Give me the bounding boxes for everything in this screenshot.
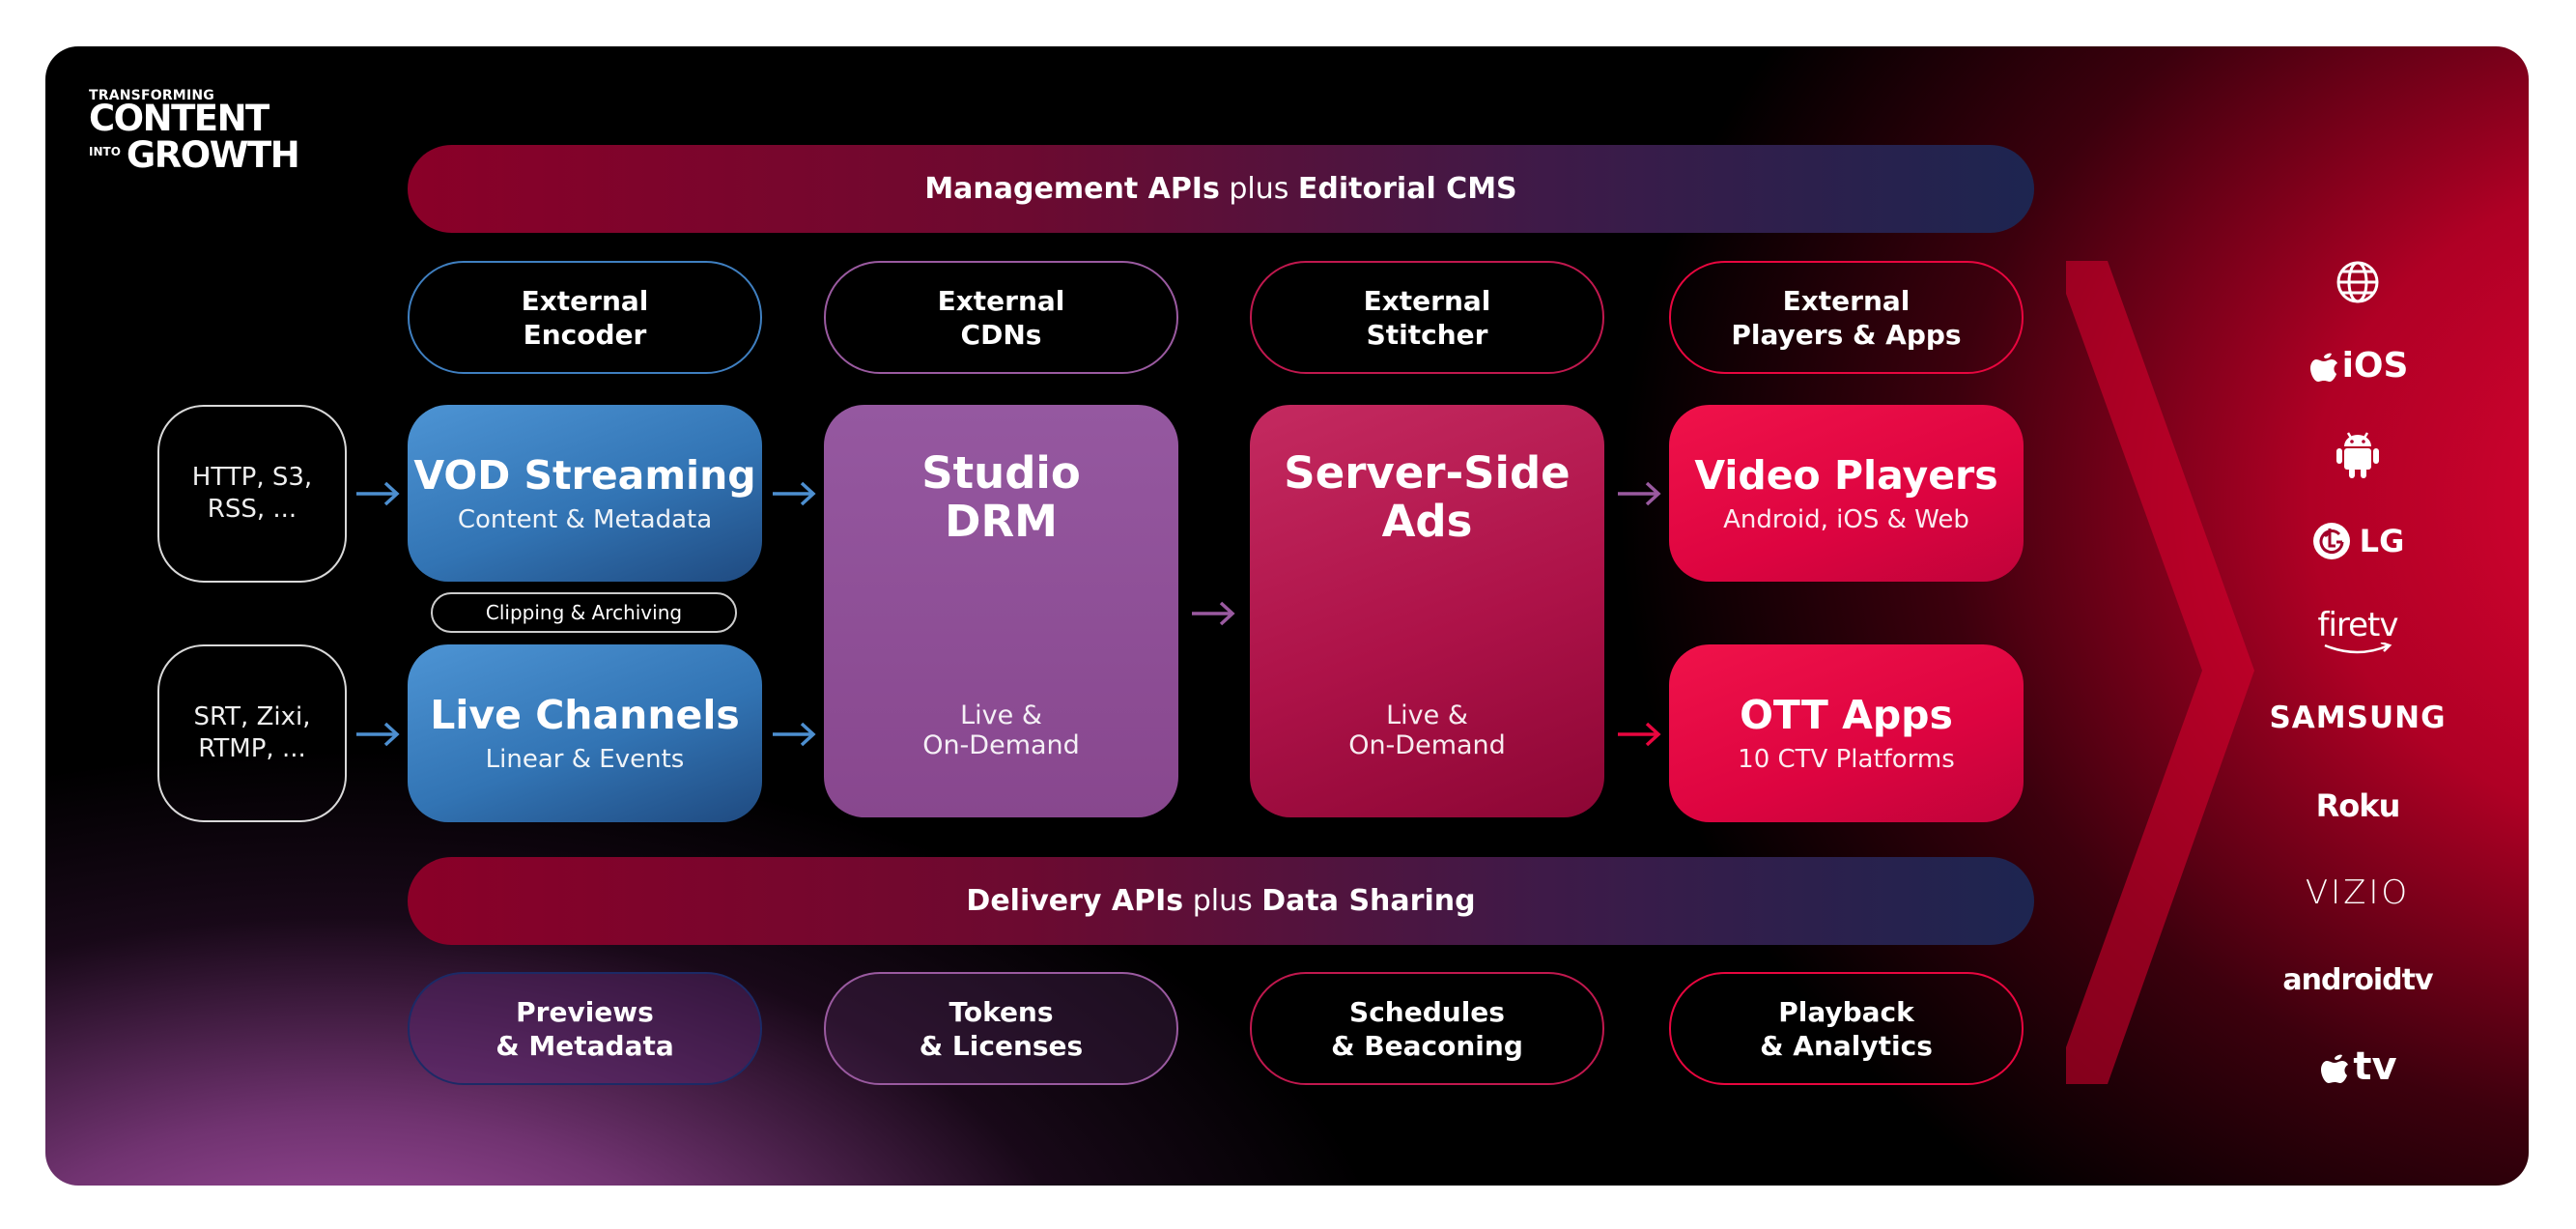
- androidtv-logo: androidtv: [2282, 962, 2433, 997]
- lg-logo: LG: [2280, 516, 2435, 566]
- playback-analytics-pill: Playback & Analytics: [1669, 972, 2024, 1085]
- arrow-source1-to-vod: [354, 481, 399, 506]
- android-icon: [2329, 427, 2387, 481]
- roku-logo: Roku: [2315, 787, 2401, 824]
- ios-logo: iOS: [2280, 341, 2435, 389]
- previews-metadata-pill: Previews & Metadata: [408, 972, 762, 1085]
- pill-line: Playback: [1778, 995, 1914, 1028]
- delivery-apis-bar: Delivery APIs plus Data Sharing: [408, 857, 2034, 945]
- arrow-vod-to-drm: [771, 481, 815, 506]
- diagram-card: TRANSFORMING CONTENT INTO GROWTH Manageme…: [45, 46, 2529, 1186]
- arrow-live-to-drm: [771, 722, 815, 747]
- arrow-ads-to-ott: [1616, 722, 1660, 747]
- amazon-smile-icon: [2324, 643, 2392, 654]
- pill-line: & Beaconing: [1331, 1029, 1523, 1062]
- pill-line: Tokens: [948, 995, 1054, 1028]
- bar-bottom-bold-1: Delivery APIs: [966, 884, 1184, 918]
- tokens-licenses-pill: Tokens & Licenses: [824, 972, 1178, 1085]
- pill-line: & Metadata: [495, 1029, 674, 1062]
- firetv-logo: firetv: [2280, 605, 2435, 659]
- lg-label: LG: [2359, 523, 2405, 559]
- big-chevron-arrow: [2066, 261, 2254, 1084]
- pill-line: Previews: [516, 995, 654, 1028]
- pill-line: & Licenses: [919, 1029, 1084, 1062]
- appletv-label: tv: [2353, 1044, 2397, 1089]
- lg-circle-icon: [2312, 523, 2350, 559]
- bar-bottom-bold-2: Data Sharing: [1261, 884, 1476, 918]
- firetv-label: firetv: [2317, 606, 2398, 644]
- arrow-source2-to-live: [354, 722, 399, 747]
- ios-label: iOS: [2341, 345, 2409, 386]
- appletv-logo: tv: [2280, 1042, 2435, 1092]
- samsung-logo: SAMSUNG: [2269, 700, 2447, 735]
- web-globe-icon: [2329, 258, 2387, 306]
- pill-line: & Analytics: [1760, 1029, 1933, 1062]
- vizio-logo: VIZIO: [2305, 873, 2411, 912]
- apple-icon: [2309, 353, 2337, 382]
- bar-bottom-plus: plus: [1183, 884, 1262, 918]
- arrow-drm-to-ads: [1190, 601, 1234, 626]
- schedules-beaconing-pill: Schedules & Beaconing: [1250, 972, 1604, 1085]
- apple-icon: [2321, 1054, 2349, 1083]
- pill-line: Schedules: [1349, 995, 1505, 1028]
- arrow-ads-to-players: [1616, 481, 1660, 506]
